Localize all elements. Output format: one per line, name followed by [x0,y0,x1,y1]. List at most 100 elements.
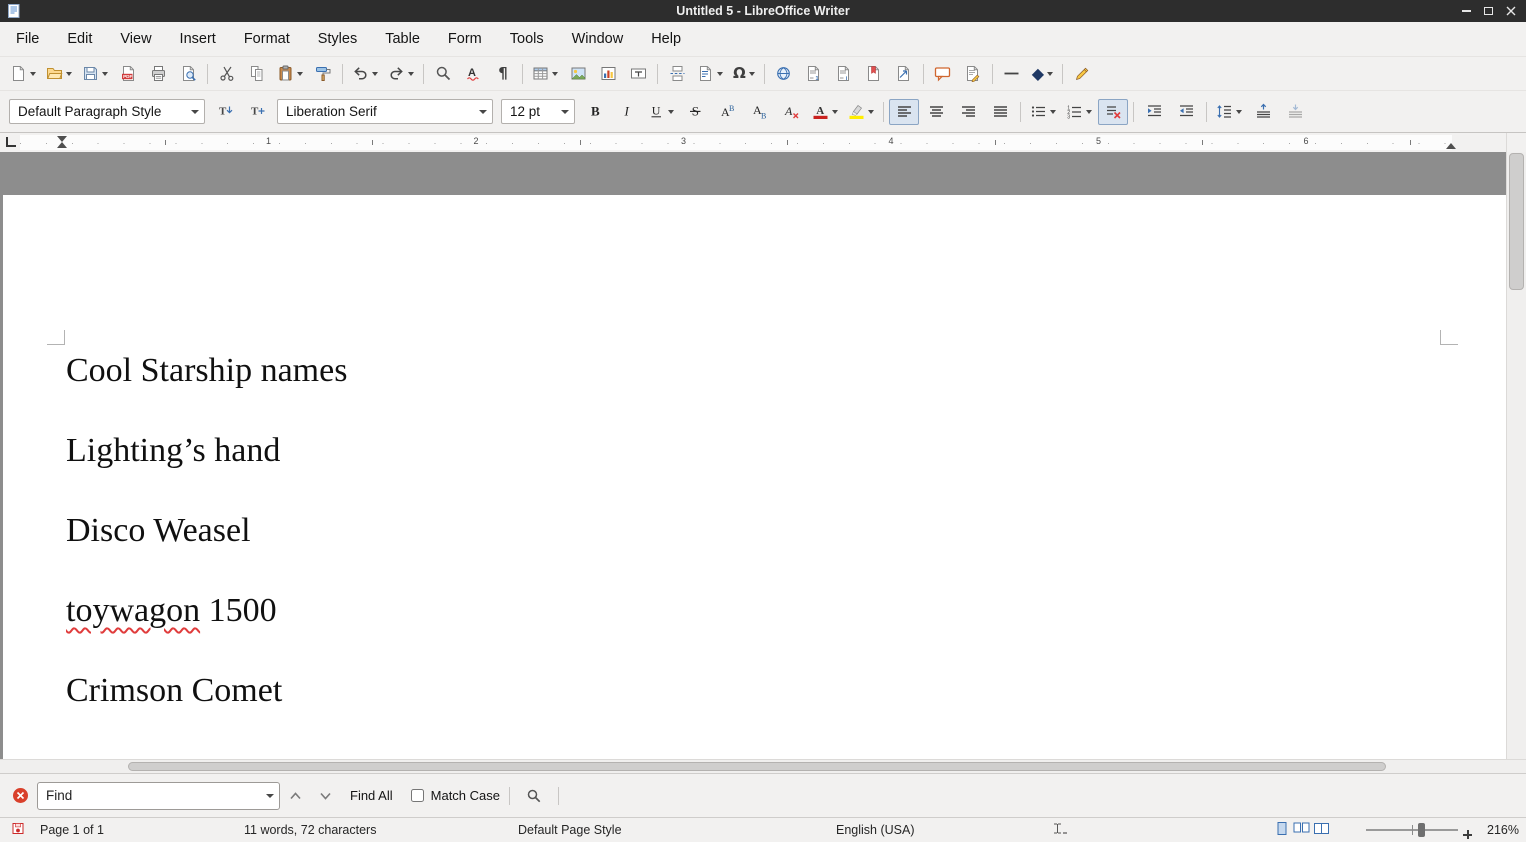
insert-chart-button[interactable] [594,61,622,87]
subscript-button[interactable]: AB [744,99,774,125]
dropdown-arrow-icon[interactable] [297,72,303,76]
dropdown-arrow-icon[interactable] [66,72,72,76]
hyperlink-button[interactable] [770,61,798,87]
page[interactable]: Cool Starship namesLighting’s handDisco … [3,195,1506,759]
align-left-button[interactable] [889,99,919,125]
horizontal-scrollbar-thumb[interactable] [128,762,1386,771]
find-all-button[interactable]: Find All [340,788,403,803]
match-case-checkbox[interactable] [411,789,424,802]
formatting-marks-button[interactable]: ¶ [489,61,517,87]
menu-window[interactable]: Window [558,26,638,52]
clone-formatting-button[interactable] [309,61,337,87]
menu-form[interactable]: Form [434,26,496,52]
track-changes-button[interactable] [959,61,987,87]
insert-field-button[interactable] [693,61,727,87]
menu-view[interactable]: View [106,26,165,52]
menu-insert[interactable]: Insert [166,26,230,52]
dropdown-arrow-icon[interactable] [668,110,674,114]
underline-button[interactable]: U [644,99,678,125]
find-replace-button[interactable] [429,61,457,87]
word-count-status[interactable]: 11 words, 72 characters [244,823,376,837]
no-list-button[interactable] [1098,99,1128,125]
dropdown-arrow-icon[interactable] [408,72,414,76]
bullet-list-button[interactable] [1026,99,1060,125]
paragraph[interactable]: toywagon 1500 [66,593,1426,629]
find-combobox[interactable] [37,782,280,810]
left-indent-icon[interactable] [57,142,67,148]
language-status[interactable]: English (USA) [836,823,915,837]
horizontal-ruler[interactable]: 123456 [0,133,1526,152]
insert-image-button[interactable] [564,61,592,87]
paragraph-style-combobox[interactable]: Default Paragraph Style [9,99,205,124]
font-name-combobox[interactable]: Liberation Serif [277,99,493,124]
export-pdf-button[interactable]: PDF [114,61,142,87]
dropdown-arrow-icon[interactable] [1086,110,1092,114]
cross-reference-button[interactable] [890,61,918,87]
find-previous-button[interactable] [280,783,310,809]
find-input[interactable] [38,788,260,803]
left-indent-marker[interactable] [57,136,67,148]
zoom-slider-thumb[interactable] [1418,823,1425,837]
dropdown-arrow-icon[interactable] [102,72,108,76]
document-canvas[interactable]: Cool Starship namesLighting’s handDisco … [0,152,1506,759]
dropdown-arrow-icon[interactable] [552,72,558,76]
menu-tools[interactable]: Tools [496,26,558,52]
copy-button[interactable] [243,61,271,87]
page-break-button[interactable] [663,61,691,87]
dropdown-arrow-icon[interactable] [1050,110,1056,114]
find-history-dropdown[interactable] [260,783,279,809]
zoom-level[interactable]: 216% [1487,823,1519,837]
special-character-button[interactable]: Ω [729,61,759,87]
document-text[interactable]: Cool Starship namesLighting’s handDisco … [3,195,1506,709]
redo-button[interactable] [384,61,418,87]
view-layout-single-icon[interactable] [1276,821,1288,839]
new-document-button[interactable] [6,61,40,87]
find-next-button[interactable] [310,783,340,809]
para-space-decrease-button[interactable] [1280,99,1310,125]
vertical-scrollbar-thumb[interactable] [1509,153,1524,290]
numbered-list-button[interactable]: 123 [1062,99,1096,125]
restore-button[interactable] [1482,5,1495,18]
draw-functions-button[interactable] [1068,61,1096,87]
minimize-button[interactable] [1460,5,1473,18]
tab-stop-selector-icon[interactable] [6,137,16,147]
view-layout-book-icon[interactable] [1313,821,1330,839]
strikethrough-button[interactable]: S [680,99,710,125]
dropdown-arrow-icon[interactable] [832,110,838,114]
dropdown-arrow-icon[interactable] [372,72,378,76]
menu-table[interactable]: Table [371,26,434,52]
undo-button[interactable] [348,61,382,87]
insert-footnote-button[interactable]: 1 [800,61,828,87]
close-find-bar-button[interactable] [12,787,29,804]
paragraph[interactable]: Disco Weasel [66,513,1426,549]
menu-file[interactable]: File [2,26,53,52]
align-center-button[interactable] [921,99,951,125]
line-spacing-button[interactable] [1212,99,1246,125]
justify-button[interactable] [985,99,1015,125]
dropdown-arrow-icon[interactable] [868,110,874,114]
menu-help[interactable]: Help [637,26,695,52]
insert-bookmark-button[interactable] [860,61,888,87]
indent-increase-button[interactable] [1139,99,1169,125]
chevron-down-icon[interactable] [555,100,574,123]
dropdown-arrow-icon[interactable] [1236,110,1242,114]
insert-endnote-button[interactable]: i [830,61,858,87]
new-style-button[interactable]: T [242,99,272,125]
align-right-button[interactable] [953,99,983,125]
dropdown-arrow-icon[interactable] [1047,72,1053,76]
insert-comment-button[interactable] [929,61,957,87]
right-indent-marker[interactable] [1446,143,1456,149]
page-style-status[interactable]: Default Page Style [518,823,622,837]
menu-format[interactable]: Format [230,26,304,52]
right-indent-icon[interactable] [1446,143,1456,149]
zoom-slider[interactable] [1366,829,1458,831]
bold-button[interactable]: B [580,99,610,125]
font-color-button[interactable]: A [808,99,842,125]
dropdown-arrow-icon[interactable] [30,72,36,76]
close-button[interactable] [1504,5,1517,18]
print-button[interactable] [144,61,172,87]
document-modified-icon[interactable] [12,823,24,838]
print-preview-button[interactable] [174,61,202,87]
paste-button[interactable] [273,61,307,87]
clear-formatting-button[interactable]: A [776,99,806,125]
